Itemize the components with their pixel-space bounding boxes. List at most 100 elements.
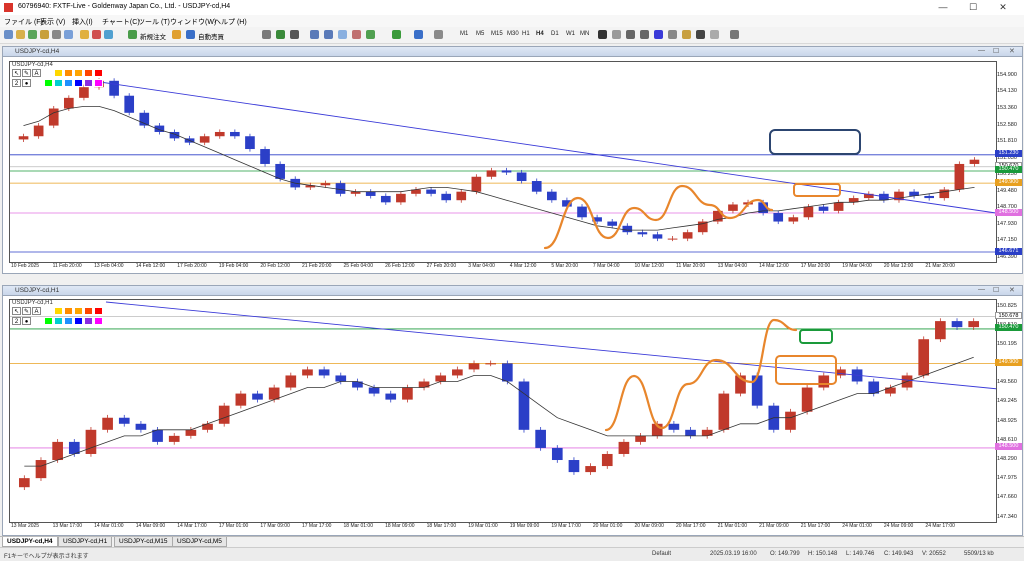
close-button[interactable]: ✕ [988, 1, 1018, 14]
timeframe-m5[interactable]: M5 [476, 31, 484, 37]
new-order-button[interactable]: 新規注文 [140, 31, 166, 41]
price-axis-h4[interactable]: 154.900 154.130 153.360 152.580 151.810 151.0… [995, 61, 1023, 261]
palette-tool-icon[interactable]: ● [22, 79, 31, 87]
autoscroll-icon[interactable] [352, 30, 361, 39]
palette-color-swatch[interactable] [44, 79, 53, 87]
menu-chart[interactable]: チャート(C) [102, 17, 140, 27]
palette-color-swatch[interactable] [94, 79, 103, 87]
drawing-palette[interactable]: ↖ ✎ A 2 ● [12, 307, 107, 327]
market-watch-icon[interactable] [28, 30, 37, 39]
timeframe-d1[interactable]: D1 [551, 31, 559, 37]
palette-tool-icon[interactable]: A [32, 69, 41, 77]
time-axis-h4[interactable]: 10 Feb 2025 11 Feb 20:00 13 Feb 04:00 14 Fe… [9, 262, 995, 272]
palette-color-swatch[interactable] [54, 79, 63, 87]
tab-usdjpy-m5[interactable]: USDJPY-cd,M5 [172, 537, 227, 547]
terminal-icon[interactable] [52, 30, 61, 39]
palette-color-swatch[interactable] [54, 317, 63, 325]
palette-color-swatch[interactable] [64, 69, 73, 77]
plot-area-h1[interactable]: USDJPY-cd,H1 ↖ ✎ A 2 ● [9, 299, 997, 523]
price-chart-h4[interactable] [10, 62, 996, 262]
palette-color-swatch[interactable] [94, 317, 103, 325]
chart-shift-icon[interactable] [366, 30, 375, 39]
zoom-out-icon[interactable] [324, 30, 333, 39]
palette-color-swatch[interactable] [84, 69, 93, 77]
drawing-palette[interactable]: ↖ ✎ A 2 ● [12, 69, 107, 89]
palette-color-swatch[interactable] [64, 307, 73, 315]
history-icon[interactable] [80, 30, 89, 39]
subwin-close-button[interactable]: ✕ [1009, 47, 1015, 55]
candle-chart-icon[interactable] [276, 30, 285, 39]
templates-icon[interactable] [434, 30, 443, 39]
palette-tool-icon[interactable]: ↖ [12, 69, 21, 77]
price-chart-h1[interactable] [10, 300, 996, 522]
palette-tool-icon[interactable]: A [32, 307, 41, 315]
crosshair-icon[interactable] [612, 30, 621, 39]
plot-area-h4[interactable]: USDJPY-cd,H4 ↖ ✎ A 2 ● [9, 61, 997, 263]
palette-color-swatch[interactable] [54, 69, 63, 77]
tester-icon[interactable] [64, 30, 73, 39]
tile-icon[interactable] [104, 30, 113, 39]
timeframe-w1[interactable]: W1 [566, 31, 575, 37]
palette-color-swatch[interactable] [74, 317, 83, 325]
palette-tool-icon[interactable]: ✎ [22, 69, 31, 77]
label-tool-icon[interactable] [710, 30, 719, 39]
timeframe-m30[interactable]: M30 [507, 31, 519, 37]
price-axis-h1[interactable]: 150.825150.510150.195149.875149.560149.2… [995, 299, 1023, 521]
menu-file[interactable]: ファイル (F) [4, 17, 43, 27]
palette-tool-icon[interactable]: 2 [12, 317, 21, 325]
auto-trade-button[interactable]: 自動売買 [198, 31, 224, 41]
palette-color-swatch[interactable] [44, 317, 53, 325]
options-icon[interactable] [92, 30, 101, 39]
channel-icon[interactable] [668, 30, 677, 39]
new-chart-icon[interactable] [4, 30, 13, 39]
timeframe-m1[interactable]: M1 [460, 31, 468, 37]
palette-color-swatch[interactable] [94, 69, 103, 77]
palette-color-swatch[interactable] [84, 317, 93, 325]
subwin-maximize-button[interactable]: ☐ [993, 286, 999, 294]
navigator-icon[interactable] [40, 30, 49, 39]
zoom-in-icon[interactable] [310, 30, 319, 39]
cursor-icon[interactable] [598, 30, 607, 39]
open-profile-icon[interactable] [16, 30, 25, 39]
indicators-icon[interactable] [392, 30, 401, 39]
tab-usdjpy-m15[interactable]: USDJPY-cd,M15 [114, 537, 173, 547]
tab-usdjpy-h4[interactable]: USDJPY-cd,H4 [2, 537, 58, 547]
bar-chart-icon[interactable] [262, 30, 271, 39]
new-order-icon[interactable] [128, 30, 137, 39]
menu-insert[interactable]: 挿入(I) [72, 17, 93, 27]
palette-color-swatch[interactable] [64, 317, 73, 325]
palette-color-swatch[interactable] [74, 79, 83, 87]
palette-color-swatch[interactable] [74, 307, 83, 315]
line-chart-icon[interactable] [290, 30, 299, 39]
menu-view[interactable]: 表示 (V) [40, 17, 65, 27]
palette-color-swatch[interactable] [64, 79, 73, 87]
chart-window-h1[interactable]: USDJPY-cd,H1 — ☐ ✕ USDJPY-cd,H1 ↖ ✎ A 2 ● 15… [2, 285, 1023, 536]
text-tool-icon[interactable] [696, 30, 705, 39]
metaeditor-icon[interactable] [172, 30, 181, 39]
vertical-line-icon[interactable] [626, 30, 635, 39]
tile-windows-icon[interactable] [338, 30, 347, 39]
palette-tool-icon[interactable]: 2 [12, 79, 21, 87]
palette-color-swatch[interactable] [74, 69, 83, 77]
palette-color-swatch[interactable] [94, 307, 103, 315]
menu-tools[interactable]: ツール (T) [138, 17, 170, 27]
subwin-maximize-button[interactable]: ☐ [993, 47, 999, 55]
palette-color-swatch[interactable] [44, 69, 53, 77]
palette-color-swatch[interactable] [84, 307, 93, 315]
palette-color-swatch[interactable] [84, 79, 93, 87]
chart-window-h4[interactable]: USDJPY-cd,H4 — ☐ ✕ USDJPY-cd,H4 ↖ ✎ A 2 ● 15… [2, 46, 1023, 274]
subwin-minimize-button[interactable]: — [978, 47, 985, 54]
periods-icon[interactable] [414, 30, 423, 39]
timeframe-mn[interactable]: MN [580, 31, 589, 37]
menu-help[interactable]: ヘルプ (H) [214, 17, 247, 27]
palette-color-swatch[interactable] [44, 307, 53, 315]
palette-color-swatch[interactable] [54, 307, 63, 315]
menu-window[interactable]: ウィンドウ(W) [170, 17, 216, 27]
arrows-icon[interactable] [730, 30, 739, 39]
subwin-close-button[interactable]: ✕ [1009, 286, 1015, 294]
fibonacci-icon[interactable] [682, 30, 691, 39]
palette-tool-icon[interactable]: ● [22, 317, 31, 325]
minimize-button[interactable]: — [928, 1, 958, 14]
tab-usdjpy-h1[interactable]: USDJPY-cd,H1 [58, 537, 113, 547]
time-axis-h1[interactable]: 13 Mar 2025 13 Mar 17:00 14 Mar 01:00 14 Ma… [9, 522, 995, 532]
